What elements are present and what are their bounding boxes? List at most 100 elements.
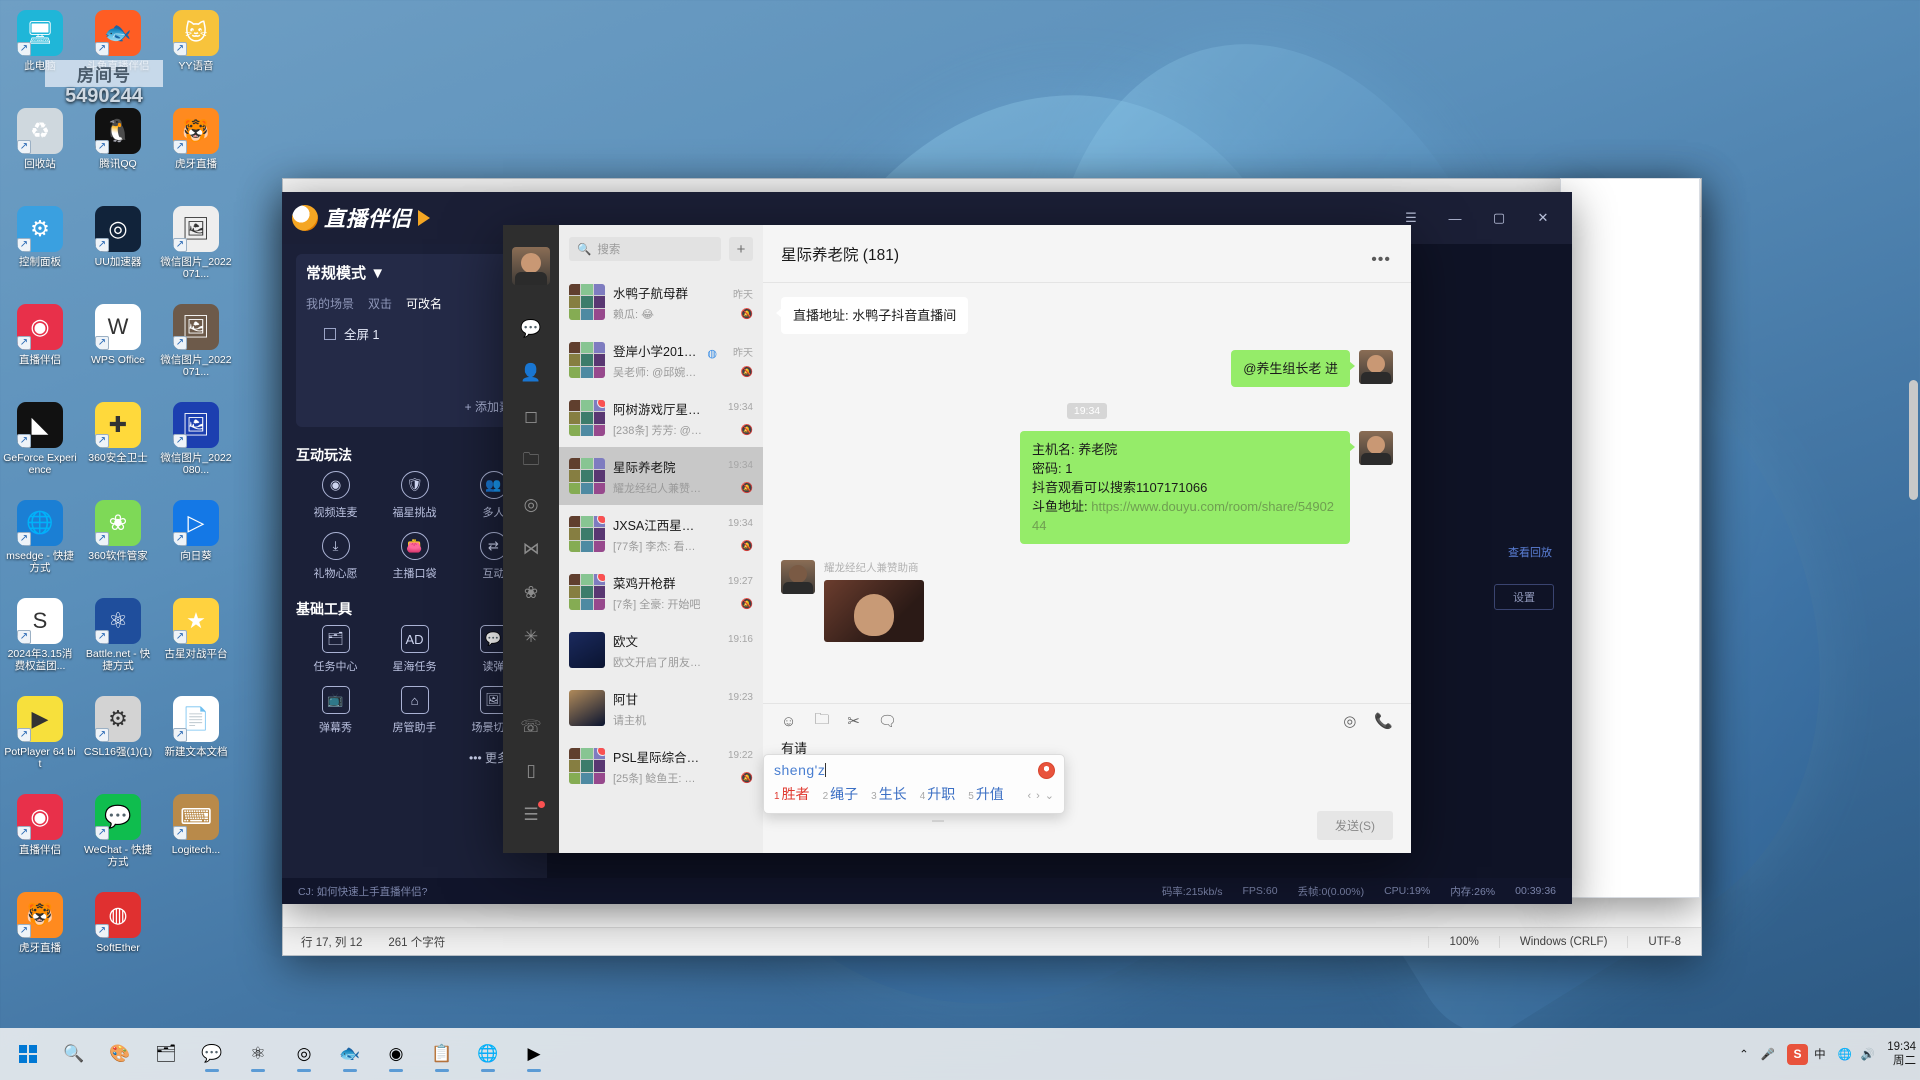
douyu-tool-shield-star-icon[interactable]: 🛡 福星挑战 (375, 471, 454, 520)
desktop-icon-26[interactable]: ⌨ ↗ Logitech... (158, 788, 234, 884)
taskbar-app-notepad[interactable]: 📋 (422, 1034, 462, 1074)
taskbar-app-battlenet[interactable]: ⚛ (238, 1034, 278, 1074)
desktop-icon-10[interactable]: W ↗ WPS Office (80, 298, 156, 394)
desktop-icon-5[interactable]: 🐯 ↗ 虎牙直播 (158, 102, 234, 198)
douyu-mode-box[interactable]: 常规模式 ▼ 我的场景 双击 可改名 全屏 1 + 添加素材 (296, 254, 533, 427)
message-bubble[interactable]: 直播地址: 水鸭子抖音直播间 (775, 297, 969, 334)
ime-candidate[interactable]: 3 生长 (871, 785, 907, 806)
chat-list-item[interactable]: 菜鸡开枪群 [7条] 全豪: 开始吧 19:27 🔕 (559, 563, 763, 621)
ime-candidate-list[interactable]: 1 胜者 2 绳子 3 生长 4 升职 5 升值 ‹ › ⌄ (774, 785, 1054, 806)
wechat-message-area[interactable]: 直播地址: 水鸭子抖音直播间 @养生组长老 进 19:34 主机名: 养老院 密码: 1… (763, 283, 1411, 703)
chat-list-item[interactable]: 阿树游戏厅星际水友群 [238条] 芳芳: @乃大d级... 19:34 🔕 (559, 389, 763, 447)
search-input[interactable]: 🔍 搜索 (569, 237, 721, 261)
tray-network-icon[interactable]: 🌐 (1838, 1047, 1852, 1061)
douyu-add-material-button[interactable]: + 添加素材 (306, 398, 523, 415)
moments-icon[interactable]: ◎ (509, 485, 553, 525)
channels-icon[interactable]: ⋈ (509, 529, 553, 569)
wechat-window[interactable]: 💬 👤 ◻ 🗀 ◎ ⋈ ❀ ✳ ☏ ▯ ☰ 🔍 搜索 + 水鸭子航母群 赖瓜: 😂 昨天 🔕 登岸… (503, 225, 1411, 853)
douyu-mode-selector[interactable]: 常规模式 ▼ (306, 262, 523, 283)
files-icon[interactable]: 🗀 (509, 441, 553, 481)
contacts-icon[interactable]: 👤 (509, 353, 553, 393)
wechat-compose-area[interactable]: ☺ 🗀 ✂ 🗨 ◎ 📞 有请 sheng'z 1 胜者 2 绳子 3 生长 4 升职 5 升值 ‹ ›… (763, 703, 1411, 853)
apps-icon[interactable]: ✳ (509, 617, 553, 657)
taskbar[interactable]: 🔍 🎨 🗂 💬 ⚛ ◎ 🐟 ◉ 📋 🌐 ▶ ⌃ 🎤 S 中 🌐 🔊 19:34 周二 (0, 1028, 1920, 1080)
desktop-icon-3[interactable]: ♻ ↗ 回收站 (2, 102, 78, 198)
mobile-icon[interactable]: ▯ (509, 751, 553, 791)
desktop-icon-16[interactable]: ❀ ↗ 360软件管家 (80, 494, 156, 590)
ime-candidate[interactable]: 1 胜者 (774, 785, 810, 806)
chat-list-item[interactable]: 水鸭子航母群 赖瓜: 😂 昨天 🔕 (559, 273, 763, 331)
wechat-conversation-panel[interactable]: 📌 — ▢ ✕ 星际养老院 (181) ••• 直播地址: 水鸭子抖音直播间 @养… (763, 225, 1411, 853)
tray-chevron-icon[interactable]: ⌃ (1739, 1047, 1749, 1061)
douyu-tool-mic-link-icon[interactable]: ◉ 视频连麦 (296, 471, 375, 520)
chat-list-item[interactable]: 登岸小学2019级... 吴老师: @邱婉晴爸爸15... 昨天 ◍ 🔕 (559, 331, 763, 389)
voice-input-icon[interactable]: ◎ (1343, 712, 1356, 730)
douyu-hint[interactable]: CJ: 如何快速上手直播伴侣? (298, 884, 428, 899)
douyu-close-button[interactable]: ✕ (1522, 203, 1564, 233)
douyu-tool-ad-task-icon[interactable]: AD 星海任务 (375, 625, 454, 674)
wechat-search-row[interactable]: 🔍 搜索 + (559, 225, 763, 273)
douyu-tool-danmaku-show-icon[interactable]: 📺 弹幕秀 (296, 686, 375, 735)
start-button[interactable] (8, 1034, 48, 1074)
taskbar-app-explorer[interactable]: 🗂 (146, 1034, 186, 1074)
taskbar-app-potplayer[interactable]: ▶ (514, 1034, 554, 1074)
taskbar-app-edge[interactable]: 🌐 (468, 1034, 508, 1074)
douyu-tool-gift-wish-icon[interactable]: ⤓ 礼物心愿 (296, 532, 375, 581)
desktop-icon-24[interactable]: ◉ ↗ 直播伴侣 (2, 788, 78, 884)
search-button[interactable]: 🔍 (54, 1034, 94, 1074)
taskbar-clock[interactable]: 19:34 周二 (1887, 1040, 1916, 1068)
desktop-icon-8[interactable]: 🖼 ↗ 微信图片_2022071... (158, 200, 234, 296)
wechat-chat-list-panel[interactable]: 🔍 搜索 + 水鸭子航母群 赖瓜: 😂 昨天 🔕 登岸小学2019级... 吴老… (559, 225, 763, 853)
ime-candidate[interactable]: 5 升值 (968, 785, 1004, 806)
message-bubble[interactable]: @养生组长老 进 (1231, 350, 1355, 387)
desktop-icon-17[interactable]: ▷ ↗ 向日葵 (158, 494, 234, 590)
conversation-menu-button[interactable]: ••• (1371, 251, 1391, 269)
chat-list-item[interactable]: PSL星际综合讨论群 [25条] 鲶鱼王: 防雷电气... 19:22 🔕 (559, 737, 763, 795)
ime-candidate[interactable]: 4 升职 (920, 785, 956, 806)
desktop-icon-22[interactable]: ⚙ ↗ CSL16强(1)(1) (80, 690, 156, 786)
desktop-icon-23[interactable]: 📄 ↗ 新建文本文档 (158, 690, 234, 786)
ime-nav-button[interactable]: › (1036, 787, 1040, 805)
ime-candidate-window[interactable]: sheng'z 1 胜者 2 绳子 3 生长 4 升职 5 升值 ‹ › ⌄ (763, 754, 1065, 822)
douyu-tool-wallet-icon[interactable]: 👛 主播口袋 (375, 532, 454, 581)
desktop-icon-25[interactable]: 💬 ↗ WeChat - 快捷方式 (80, 788, 156, 884)
chat-list-item[interactable]: 阿甘 请主机 19:23 (559, 679, 763, 737)
desktop-icon-11[interactable]: 🖼 ↗ 微信图片_2022071... (158, 298, 234, 394)
send-button[interactable]: 发送(S) (1317, 810, 1393, 840)
douyu-tool-room-admin-icon[interactable]: ⌂ 房管助手 (375, 686, 454, 735)
taskbar-app-douyu[interactable]: 🐟 (330, 1034, 370, 1074)
ime-language-indicator[interactable]: 中 (1814, 1046, 1826, 1062)
desktop-icon-2[interactable]: 🐱 ↗ YY语音 (158, 4, 234, 100)
emoji-icon[interactable]: ☺ (781, 713, 796, 730)
douyu-settings-box[interactable]: 设置 (1494, 584, 1554, 610)
desktop-icon-7[interactable]: ◎ ↗ UU加速器 (80, 200, 156, 296)
chat-list-item[interactable]: JXSA江西星际联盟 [77条] 李杰: 看今天的状... 19:34 🔕 (559, 505, 763, 563)
desktop-icon-15[interactable]: 🌐 ↗ msedge - 快捷方式 (2, 494, 78, 590)
message-bubble[interactable]: 主机名: 养老院 密码: 1 抖音观看可以搜索1107171066 斗鱼地址: htt… (1020, 431, 1355, 544)
desktop-icons[interactable]: 🖥↗ 此电脑🐟↗ 斗鱼直播伴侣🐱↗ YY语音♻↗ 回收站🐧↗ 腾讯QQ🐯↗ 虎牙… (0, 4, 232, 982)
message-image[interactable] (824, 580, 924, 642)
menu-icon[interactable]: ☰ (509, 795, 553, 835)
desktop-icon-14[interactable]: 🖼 ↗ 微信图片_2022080... (158, 396, 234, 492)
desktop-icon-19[interactable]: ⚛ ↗ Battle.net - 快捷方式 (80, 592, 156, 688)
desktop-icon-12[interactable]: ◣ ↗ GeForce Experience (2, 396, 78, 492)
chat-icon[interactable]: 💬 (509, 309, 553, 349)
desktop-icon-20[interactable]: ★ ↗ 古星对战平台 (158, 592, 234, 688)
tray-volume-icon[interactable]: 🔊 (1861, 1047, 1875, 1061)
ime-nav-button[interactable]: ⌄ (1045, 787, 1054, 805)
taskbar-app-paint[interactable]: 🎨 (100, 1034, 140, 1074)
taskbar-items[interactable]: 🔍 🎨 🗂 💬 ⚛ ◎ 🐟 ◉ 📋 🌐 ▶ (8, 1034, 554, 1074)
taskbar-app-uu[interactable]: ◎ (284, 1034, 324, 1074)
desktop-icon-9[interactable]: ◉ ↗ 直播伴侣 (2, 298, 78, 394)
wechat-compose-toolbar[interactable]: ☺ 🗀 ✂ 🗨 ◎ 📞 (763, 704, 1411, 738)
desktop-icon-27[interactable]: 🐯 ↗ 虎牙直播 (2, 886, 78, 982)
chat-list-item[interactable]: 星际养老院 耀龙经纪人兼赞助商: [动... 19:34 🔕 (559, 447, 763, 505)
desktop-scrollbar[interactable] (1909, 380, 1918, 500)
scissors-icon[interactable]: ✂ (847, 712, 860, 730)
douyu-maximize-button[interactable]: ▢ (1478, 203, 1520, 233)
desktop-icon-4[interactable]: 🐧 ↗ 腾讯QQ (80, 102, 156, 198)
notepad-zoom-level[interactable]: 100% (1428, 935, 1498, 948)
phone-icon[interactable]: ☏ (509, 707, 553, 747)
desktop-icon-13[interactable]: ✚ ↗ 360安全卫士 (80, 396, 156, 492)
ime-candidate[interactable]: 2 绳子 (823, 785, 859, 806)
